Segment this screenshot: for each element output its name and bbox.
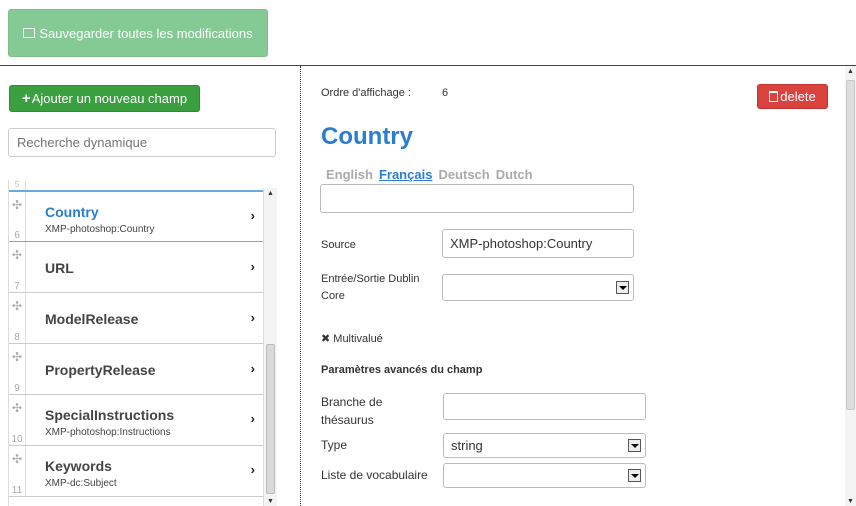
chevron-right-icon: ›	[250, 208, 255, 223]
field-name: ModelRelease	[45, 311, 139, 327]
list-item-partial: 5	[9, 180, 263, 191]
delete-label: delete	[780, 89, 816, 104]
chevron-right-icon: ›	[250, 361, 255, 376]
field-list: 5 ✣ 6 Country XMP-photoshop:Country › ✣ 7 URL › ✣…	[8, 180, 263, 506]
move-handle-icon[interactable]: ✣	[9, 198, 25, 212]
row-number: 10	[11, 434, 23, 445]
type-value: string	[451, 438, 483, 453]
field-source: XMP-dc:Subject	[45, 478, 117, 489]
list-scroll-thumb[interactable]	[266, 344, 275, 494]
multivalue-label: Multivalué	[333, 333, 383, 345]
save-all-button[interactable]: Sauvegarder toutes les modifications	[8, 9, 268, 57]
add-field-button[interactable]: + Ajouter un nouveau champ	[9, 85, 200, 112]
source-input[interactable]: XMP-photoshop:Country	[442, 229, 634, 258]
dynamic-search-input[interactable]	[8, 128, 276, 157]
scroll-up-icon[interactable]: ▲	[847, 68, 854, 75]
row-number-cell: ✣ 7	[9, 242, 26, 292]
source-value: XMP-photoshop:Country	[450, 236, 593, 251]
panel-divider	[300, 66, 301, 506]
scroll-up-icon[interactable]: ▲	[267, 190, 274, 197]
tab-language[interactable]: Français	[379, 167, 432, 182]
chevron-right-icon: ›	[250, 310, 255, 325]
field-list-item[interactable]: ✣ 8 ModelRelease ›	[9, 293, 263, 344]
move-handle-icon[interactable]: ✣	[9, 248, 25, 262]
tab-language[interactable]: Dutch	[496, 167, 533, 182]
vocabulary-select[interactable]	[443, 463, 646, 488]
language-tabs: English Français Deutsch Dutch	[326, 167, 539, 182]
tab-language[interactable]: English	[326, 167, 373, 182]
field-name: URL	[45, 260, 74, 276]
row-number-cell: ✣ 6	[9, 192, 26, 241]
type-label: Type	[321, 438, 348, 452]
plus-icon: +	[21, 90, 31, 107]
display-order-label: Ordre d'affichage :	[321, 87, 411, 99]
dublin-core-select[interactable]	[442, 274, 634, 301]
dropdown-arrow-icon	[628, 468, 641, 482]
row-number-cell: ✣ 10	[9, 395, 26, 445]
delete-button[interactable]: delete	[757, 84, 828, 109]
scroll-down-icon[interactable]: ▼	[847, 498, 854, 505]
field-title: Country	[321, 123, 413, 150]
chevron-right-icon: ›	[250, 462, 255, 477]
move-handle-icon[interactable]: ✣	[9, 452, 25, 466]
add-field-label: Ajouter un nouveau champ	[31, 91, 188, 106]
scroll-down-icon[interactable]: ▼	[267, 498, 274, 505]
field-list-item[interactable]: ✣ 10 SpecialInstructions XMP-photoshop:Inst…	[9, 395, 263, 446]
field-list-item[interactable]: ✣ 6 Country XMP-photoshop:Country ›	[9, 191, 263, 242]
save-icon	[23, 28, 36, 38]
cross-icon: ✖	[321, 333, 331, 345]
trash-icon	[769, 91, 779, 102]
row-number: 7	[14, 281, 20, 292]
dropdown-arrow-icon	[628, 438, 641, 452]
row-number: 8	[14, 332, 20, 343]
row-number: 9	[14, 383, 20, 394]
thesaurus-label-line1: Branche de	[321, 395, 383, 409]
row-number: 5	[9, 180, 26, 190]
field-name: PropertyRelease	[45, 362, 156, 378]
row-number: 11	[11, 485, 23, 496]
field-list-item[interactable]: ✣ 9 PropertyRelease ›	[9, 344, 263, 395]
dublin-core-label-line1: Entrée/Sortie Dublin	[321, 273, 420, 285]
row-number: 6	[14, 230, 20, 241]
chevron-right-icon: ›	[250, 411, 255, 426]
top-divider	[0, 65, 856, 66]
source-label: Source	[321, 239, 356, 251]
row-number-cell: ✣ 9	[9, 344, 26, 394]
field-source: XMP-photoshop:Instructions	[45, 427, 171, 438]
row-number-cell: ✣ 11	[9, 446, 26, 496]
multivalue-toggle[interactable]: ✖ Multivalué	[321, 332, 383, 345]
dublin-core-label-line2: Core	[321, 290, 345, 302]
move-handle-icon[interactable]: ✣	[9, 350, 25, 364]
thesaurus-label-line2: thésaurus	[321, 413, 374, 427]
type-select[interactable]: string	[443, 433, 646, 458]
row-number-cell: ✣ 8	[9, 293, 26, 343]
tab-language[interactable]: Deutsch	[438, 167, 489, 182]
thesaurus-input[interactable]	[443, 393, 646, 420]
display-order-value: 6	[442, 87, 449, 99]
chevron-right-icon: ›	[250, 259, 255, 274]
page-scroll-thumb[interactable]	[846, 80, 855, 410]
list-scrollbar[interactable]: ▲ ▼	[263, 188, 277, 506]
field-source: XMP-photoshop:Country	[45, 224, 155, 235]
field-list-item[interactable]: ✣ 11 Keywords XMP-dc:Subject ›	[9, 446, 263, 497]
move-handle-icon[interactable]: ✣	[9, 401, 25, 415]
page-scrollbar[interactable]: ▲ ▼	[845, 66, 856, 506]
vocabulary-label: Liste de vocabulaire	[321, 468, 428, 482]
field-name: Keywords	[45, 458, 112, 474]
save-all-label: Sauvegarder toutes les modifications	[39, 25, 253, 41]
field-list-item[interactable]: ✣ 7 URL ›	[9, 242, 263, 293]
move-handle-icon[interactable]: ✣	[9, 299, 25, 313]
dropdown-arrow-icon	[616, 280, 629, 294]
field-name: Country	[45, 204, 99, 220]
translation-input[interactable]	[320, 184, 634, 213]
advanced-settings-heading: Paramètres avancés du champ	[321, 364, 483, 376]
field-name: SpecialInstructions	[45, 407, 175, 423]
